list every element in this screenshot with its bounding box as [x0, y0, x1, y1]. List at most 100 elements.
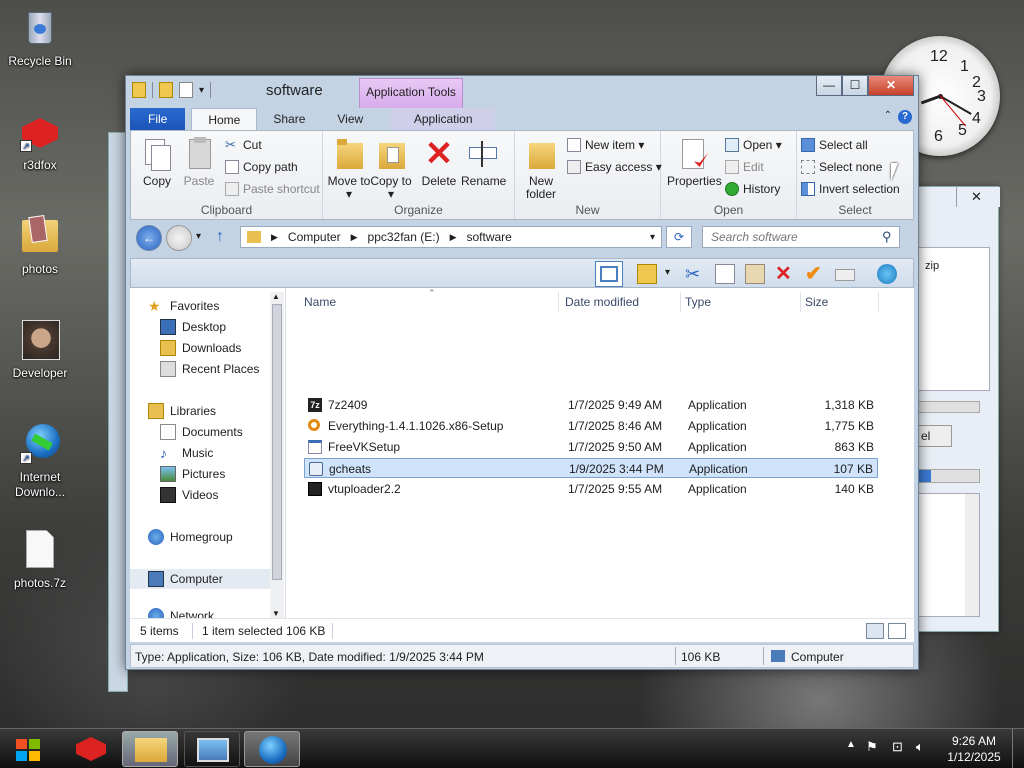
help-icon[interactable]: ? — [898, 110, 912, 124]
move-to-button[interactable]: Move to ▾ — [327, 137, 371, 201]
desktop-icon-developer[interactable]: Developer — [0, 318, 80, 381]
nav-homegroup[interactable]: Homegroup — [148, 527, 233, 547]
nav-downloads[interactable]: Downloads — [160, 338, 241, 358]
select-all-button[interactable]: Select all — [801, 135, 868, 155]
scroll-down-icon[interactable]: ▼ — [272, 609, 280, 618]
title-bar[interactable]: ▾ software Application Tools — ☐ ✕ — [126, 76, 918, 108]
nav-music[interactable]: ♪ Music — [160, 443, 213, 463]
background-window-button[interactable]: el — [918, 425, 952, 447]
search-icon[interactable]: ⚲ — [882, 229, 892, 245]
file-row[interactable]: Everything-1.4.1.1026.x86-Setup 1/7/2025… — [304, 416, 878, 436]
file-row[interactable]: 7z 7z2409 1/7/2025 9:49 AM Application 1… — [304, 395, 878, 415]
tab-application[interactable]: Application — [391, 108, 496, 130]
folder-options-icon[interactable] — [637, 264, 657, 284]
history-button[interactable]: History — [725, 179, 780, 199]
breadcrumb-drive[interactable]: ppc32fan (E:) — [368, 230, 440, 244]
nav-libraries[interactable]: Libraries — [148, 401, 216, 421]
network-tray-icon[interactable]: ⊡ — [892, 739, 903, 755]
cut-button[interactable]: ✂ Cut — [225, 135, 262, 155]
select-none-button[interactable]: Select none — [801, 157, 882, 177]
details-view-icon[interactable] — [866, 623, 884, 639]
maximize-button[interactable]: ☐ — [842, 76, 868, 96]
copy-to-button[interactable]: Copy to ▾ — [369, 137, 413, 201]
toolbar-check-icon[interactable]: ✔ — [805, 264, 825, 284]
tab-home[interactable]: Home — [191, 108, 258, 130]
preview-pane-icon[interactable] — [595, 261, 623, 287]
properties-icon[interactable] — [159, 82, 173, 98]
navigation-scrollbar[interactable]: ▲ ▼ — [270, 292, 284, 618]
nav-videos[interactable]: Videos — [160, 485, 218, 505]
paste-button[interactable]: Paste — [177, 137, 221, 188]
start-button[interactable] — [6, 733, 50, 765]
nav-computer[interactable]: Computer — [130, 569, 270, 589]
delete-button[interactable]: ✕ Delete — [417, 137, 461, 188]
show-desktop-button[interactable] — [1012, 729, 1024, 768]
taskbar-r3dfox-button[interactable] — [62, 731, 118, 767]
rename-button[interactable]: Rename — [461, 137, 506, 188]
back-button[interactable]: ← — [136, 225, 162, 251]
forward-button[interactable] — [166, 225, 192, 251]
nav-recent-places[interactable]: Recent Places — [160, 359, 259, 379]
invert-selection-button[interactable]: Invert selection — [801, 179, 900, 199]
qat-dropdown-icon[interactable]: ▾ — [199, 85, 204, 96]
tab-view[interactable]: View — [321, 108, 379, 130]
toolbar-cut-icon[interactable]: ✂ — [685, 264, 705, 284]
open-button[interactable]: Open ▾ — [725, 135, 782, 155]
large-icons-view-icon[interactable] — [888, 623, 906, 639]
desktop-icon-photos[interactable]: photos — [0, 214, 80, 277]
copy-path-button[interactable]: Copy path — [225, 157, 298, 177]
toolbar-network-icon[interactable] — [877, 264, 897, 284]
search-input[interactable]: Search software — [702, 226, 900, 248]
action-center-flag-icon[interactable]: ⚑ — [866, 739, 878, 755]
taskbar-explorer-button[interactable] — [122, 731, 178, 767]
nav-network[interactable]: Network — [148, 606, 214, 618]
nav-favorites[interactable]: ★ Favorites — [148, 296, 219, 316]
minimize-ribbon-icon[interactable]: ⌃ — [884, 110, 892, 121]
show-hidden-icons[interactable]: ▲ — [846, 739, 856, 750]
window-folder-icon[interactable] — [132, 82, 146, 98]
column-date-modified[interactable]: Date modified — [565, 292, 639, 312]
breadcrumb-software[interactable]: software — [467, 230, 512, 244]
copy-button[interactable]: Copy — [135, 137, 179, 188]
tab-file[interactable]: File — [130, 108, 186, 130]
desktop-icon-r3dfox[interactable]: ↗ r3dfox — [0, 110, 80, 173]
volume-icon[interactable]: 🔈︎ — [916, 739, 924, 755]
nav-documents[interactable]: Documents — [160, 422, 243, 442]
file-row[interactable]: FreeVKSetup 1/7/2025 9:50 AM Application… — [304, 437, 878, 457]
desktop-icon-internet-download[interactable]: ↗ Internet Downlo... — [0, 422, 80, 500]
folder-options-dropdown-icon[interactable]: ▾ — [665, 267, 670, 278]
address-bar[interactable]: ▶ Computer ▶ ppc32fan (E:) ▶ software ▾ — [240, 226, 662, 248]
desktop-icon-recycle-bin[interactable]: Recycle Bin — [0, 6, 80, 69]
address-dropdown-icon[interactable]: ▾ — [650, 232, 655, 243]
column-name[interactable]: Name — [304, 292, 336, 312]
background-window-close-button[interactable]: ✕ — [956, 187, 1000, 207]
file-row[interactable]: vtuploader2.2 1/7/2025 9:55 AM Applicati… — [304, 479, 878, 499]
new-folder-button[interactable]: New folder — [519, 137, 563, 201]
nav-desktop[interactable]: Desktop — [160, 317, 226, 337]
up-arrow-icon[interactable]: ↑ — [216, 228, 224, 246]
new-folder-icon[interactable] — [179, 82, 193, 98]
refresh-button[interactable]: ⟳ — [666, 226, 692, 248]
breadcrumb-computer[interactable]: Computer — [288, 230, 341, 244]
toolbar-rename-icon[interactable] — [835, 269, 855, 281]
desktop-icon-photos-7z[interactable]: photos.7z — [0, 528, 80, 591]
easy-access-button[interactable]: Easy access ▾ — [567, 157, 662, 177]
toolbar-delete-icon[interactable]: ✕ — [775, 264, 795, 284]
close-button[interactable]: ✕ — [868, 76, 914, 96]
taskbar-download-manager-button[interactable] — [244, 731, 300, 767]
minimize-button[interactable]: — — [816, 76, 842, 96]
recent-locations-icon[interactable]: ▾ — [196, 231, 201, 242]
column-size[interactable]: Size — [805, 292, 828, 312]
navigation-scrollbar-thumb[interactable] — [272, 304, 282, 580]
file-row-selected[interactable]: gcheats 1/9/2025 3:44 PM Application 107… — [304, 458, 878, 478]
edit-button[interactable]: Edit — [725, 157, 764, 177]
tray-clock[interactable]: 9:26 AM 1/12/2025 — [942, 733, 1006, 765]
toolbar-paste-icon[interactable] — [745, 264, 765, 284]
scroll-up-icon[interactable]: ▲ — [272, 292, 280, 301]
new-item-button[interactable]: New item ▾ — [567, 135, 644, 155]
paste-shortcut-button[interactable]: Paste shortcut — [225, 179, 320, 199]
nav-pictures[interactable]: Pictures — [160, 464, 225, 484]
taskbar-photos-button[interactable] — [184, 731, 240, 767]
toolbar-copy-icon[interactable] — [715, 264, 735, 284]
properties-button[interactable]: Properties — [667, 137, 722, 188]
